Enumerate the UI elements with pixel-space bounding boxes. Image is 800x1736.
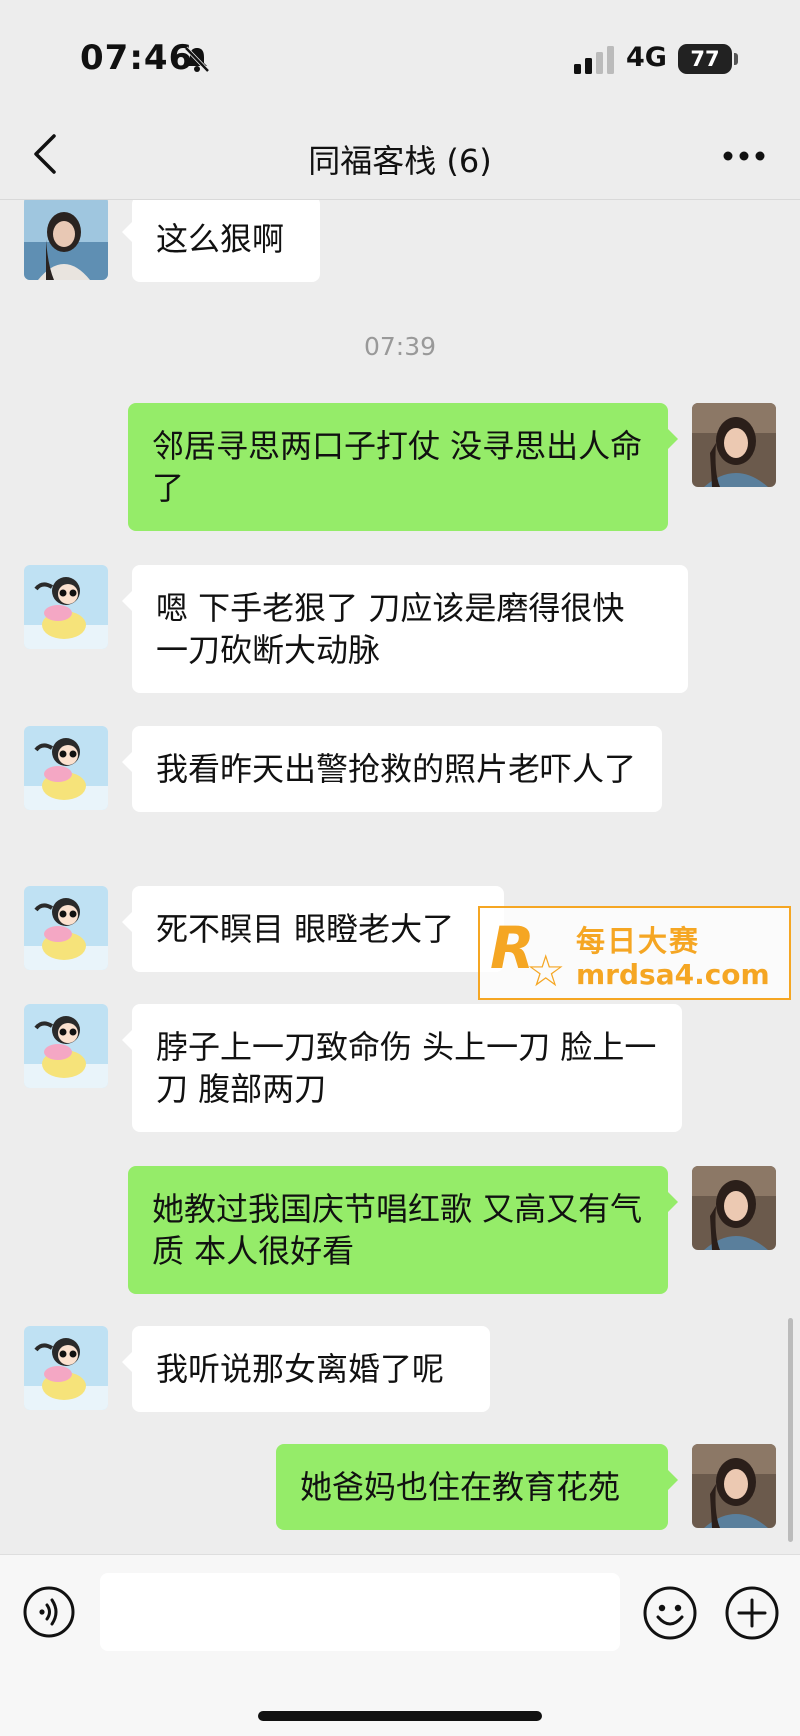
cartoon-girl-avatar[interactable] (24, 1004, 108, 1088)
girl-photo-avatar[interactable] (24, 200, 108, 280)
woman-photo-avatar[interactable] (692, 1444, 776, 1528)
chat-title: 同福客栈 (6) (308, 142, 492, 180)
chat-header: 同福客栈 (6) (0, 110, 800, 200)
input-bar (0, 1554, 800, 1736)
watermark-url: mrdsa4.com (576, 958, 770, 991)
message-bubble[interactable]: 我听说那女离婚了呢 (122, 1326, 490, 1412)
message-bubble[interactable]: 邻居寻思两口子打仗 没寻思出人命了 (128, 403, 678, 531)
message-list[interactable]: 这么狠啊 07:39 邻居寻思两口子打仗 没寻思出人命了 嗯 下手老狠了 刀应该… (0, 200, 800, 1554)
bell-muted-icon (184, 46, 210, 73)
cartoon-girl-avatar[interactable] (24, 726, 108, 810)
status-time: 07:46 (80, 38, 194, 78)
message-bubble[interactable]: 这么狠啊 (122, 200, 320, 282)
message-timestamp: 07:39 (363, 332, 437, 361)
message-bubble[interactable]: 她爸妈也住在教育花苑 (276, 1444, 678, 1530)
message-bubble[interactable]: 死不瞑目 眼瞪老大了 (122, 886, 504, 972)
network-label: 4G (626, 42, 667, 73)
watermark-logo: R ☆ 每日大赛 mrdsa4.com (478, 906, 791, 1000)
status-bar: 07:46 4G 77 (0, 0, 800, 110)
signal-icon (574, 46, 614, 74)
emoji-icon[interactable] (642, 1585, 698, 1641)
message-bubble[interactable]: 我看昨天出警抢救的照片老吓人了 (122, 726, 662, 812)
more-icon[interactable] (722, 150, 766, 162)
woman-photo-avatar[interactable] (692, 403, 776, 487)
message-bubble[interactable]: 她教过我国庆节唱红歌 又高又有气质 本人很好看 (128, 1166, 678, 1294)
home-indicator[interactable] (258, 1711, 542, 1721)
woman-photo-avatar[interactable] (692, 1166, 776, 1250)
battery-indicator: 77 (678, 44, 732, 74)
voice-icon[interactable] (22, 1585, 76, 1639)
message-input[interactable] (100, 1573, 620, 1651)
message-bubble[interactable]: 嗯 下手老狠了 刀应该是磨得很快 一刀砍断大动脉 (122, 565, 688, 693)
message-bubble[interactable]: 脖子上一刀致命伤 头上一刀 脸上一刀 腹部两刀 (122, 1004, 682, 1132)
star-icon: ☆ (526, 946, 566, 997)
cartoon-girl-avatar[interactable] (24, 565, 108, 649)
watermark-brand: 每日大赛 (576, 924, 701, 958)
cartoon-girl-avatar[interactable] (24, 886, 108, 970)
battery-tip (734, 53, 738, 65)
scrollbar[interactable] (788, 1318, 793, 1542)
cartoon-girl-avatar[interactable] (24, 1326, 108, 1410)
plus-icon[interactable] (724, 1585, 780, 1641)
